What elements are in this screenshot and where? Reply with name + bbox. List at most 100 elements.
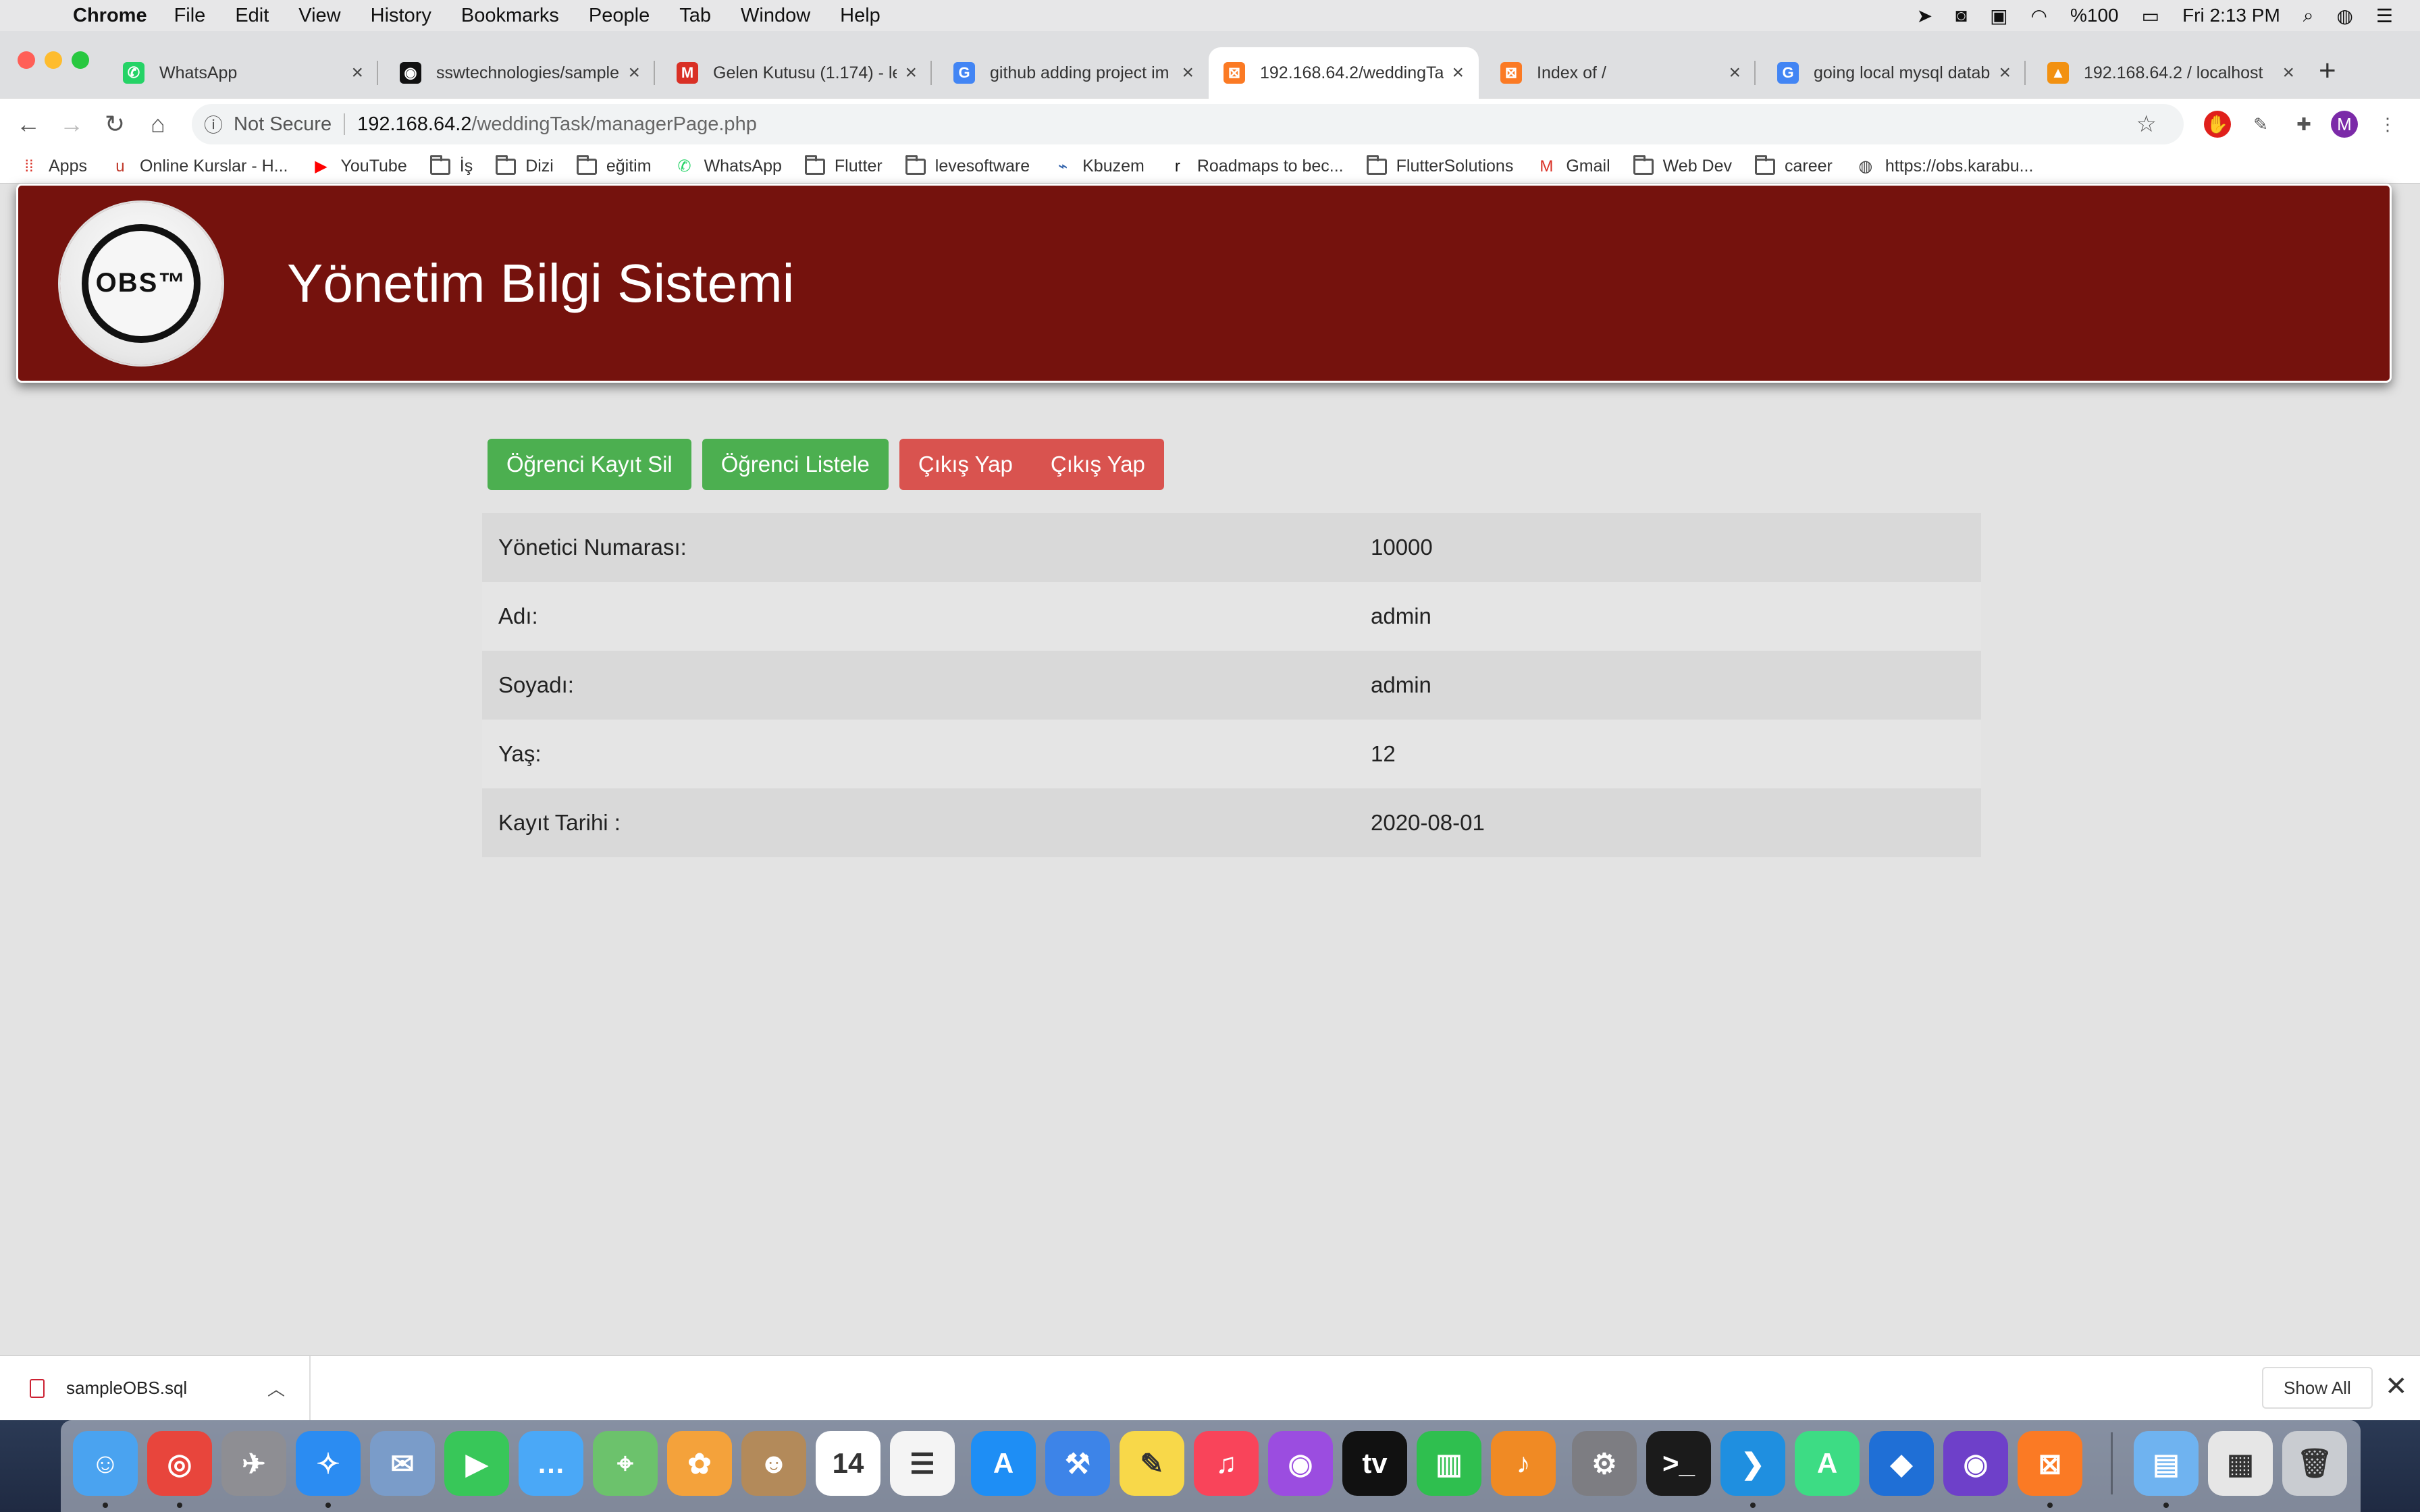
android-studio-icon[interactable]: A (1795, 1431, 1860, 1496)
bookmark-item[interactable]: eğitim (576, 155, 652, 176)
bookmark-item[interactable]: FlutterSolutions (1366, 155, 1513, 176)
tab-close-icon[interactable]: × (2282, 61, 2294, 84)
download-file-name[interactable]: sampleOBS.sql (66, 1378, 187, 1399)
extensions-puzzle-icon[interactable]: ✚ (2290, 111, 2317, 138)
chrome-icon[interactable]: ◎ (147, 1431, 212, 1496)
bookmark-star-icon[interactable]: ☆ (2136, 111, 2157, 138)
bookmark-item[interactable]: Web Dev (1633, 155, 1732, 176)
menu-bookmarks[interactable]: Bookmarks (461, 5, 559, 27)
tab-5[interactable]: ⊠ 192.168.64.2/weddingTa × (1209, 47, 1479, 99)
vscode-icon[interactable]: ❯ (1720, 1431, 1785, 1496)
tab-close-icon[interactable]: × (1999, 61, 2011, 84)
trash-icon[interactable]: 🗑 (2282, 1431, 2347, 1496)
minimize-window-button[interactable] (45, 51, 62, 69)
tab-6[interactable]: ⊠ Index of / × (1485, 47, 1756, 99)
tab-close-icon[interactable]: × (1452, 61, 1464, 84)
menu-edit[interactable]: Edit (235, 5, 269, 27)
bookmark-item[interactable]: ◍ https://obs.karabu... (1856, 157, 2033, 176)
launchpad-icon[interactable]: ✈ (221, 1431, 286, 1496)
screen-icon[interactable]: ▣ (1990, 5, 2007, 27)
address-bar[interactable]: ⓘ Not Secure 192.168.64.2/weddingTask/ma… (192, 104, 2184, 144)
finder-icon[interactable]: ☺ (73, 1431, 138, 1496)
bookmark-item[interactable]: ✆ WhatsApp (675, 157, 782, 176)
url-text[interactable]: 192.168.64.2/weddingTask/managerPage.php (357, 113, 757, 136)
tab-close-icon[interactable]: × (905, 61, 917, 84)
bookmark-item[interactable]: u Online Kurslar - H... (110, 157, 288, 176)
maps-icon[interactable]: ⌖ (593, 1431, 658, 1496)
bookmark-item[interactable]: levesoftware (905, 155, 1030, 176)
battery-icon[interactable]: ▭ (2142, 5, 2159, 27)
tab-close-icon[interactable]: × (1729, 61, 1741, 84)
info-icon[interactable]: ⓘ (204, 111, 223, 138)
menu-file[interactable]: File (174, 5, 206, 27)
photos-icon[interactable]: ✿ (667, 1431, 732, 1496)
chevron-up-icon[interactable]: ︿ (267, 1376, 285, 1401)
xampp-icon[interactable]: ⊠ (2018, 1431, 2082, 1496)
downloads-folder-icon[interactable]: ▤ (2134, 1431, 2199, 1496)
xcode-icon[interactable]: ⚒ (1045, 1431, 1110, 1496)
list-students-button[interactable]: Öğrenci Listele (702, 439, 889, 490)
bookmark-item[interactable]: ⁞⁞ Apps (19, 157, 87, 176)
bookmark-item[interactable]: Flutter (804, 155, 883, 176)
bookmark-item[interactable]: Dizi (496, 155, 554, 176)
zoom-window-button[interactable] (72, 51, 89, 69)
location-icon[interactable]: ➤ (1917, 5, 1932, 27)
menu-help[interactable]: Help (840, 5, 880, 27)
siri-icon[interactable]: ◍ (2336, 5, 2352, 27)
tab-1[interactable]: ✆ WhatsApp × (108, 47, 378, 99)
system-preferences-icon[interactable]: ⚙ (1572, 1431, 1637, 1496)
new-tab-button[interactable]: + (2319, 54, 2336, 88)
reminders-icon[interactable]: ☰ (890, 1431, 955, 1496)
app-status-icon[interactable]: ◙ (1955, 5, 1967, 26)
menu-window[interactable]: Window (741, 5, 810, 27)
tab-close-icon[interactable]: × (351, 61, 363, 84)
facetime-icon[interactable]: ▶ (444, 1431, 509, 1496)
menu-app-name[interactable]: Chrome (73, 5, 147, 27)
back-icon[interactable]: ← (7, 110, 50, 138)
menu-history[interactable]: History (371, 5, 431, 27)
wifi-icon[interactable]: ◠ (2031, 5, 2047, 27)
download-item[interactable]: sampleOBS.sql ︿ (0, 1355, 311, 1421)
numbers-icon[interactable]: ▥ (1417, 1431, 1481, 1496)
tab-close-icon[interactable]: × (628, 61, 640, 84)
tab-8[interactable]: ▲ 192.168.64.2 / localhost × (2032, 47, 2309, 99)
garageband-icon[interactable]: ♪ (1491, 1431, 1556, 1496)
battery-percent[interactable]: %100 (2070, 5, 2119, 26)
tab-4[interactable]: Ggithub adding project im × (939, 47, 1209, 99)
tab-3[interactable]: M Gelen Kutusu (1.174) - le × (662, 47, 932, 99)
sourcetree-icon[interactable]: ◆ (1869, 1431, 1934, 1496)
apple-tv-icon[interactable]: tv (1342, 1431, 1407, 1496)
chrome-menu-icon[interactable]: ⋮ (2374, 111, 2401, 138)
bookmark-item[interactable]: ⌁ Kbuzem (1053, 157, 1145, 176)
tab-close-icon[interactable]: × (1182, 61, 1194, 84)
safari-icon[interactable]: ✧ (296, 1431, 361, 1496)
delete-student-button[interactable]: Öğrenci Kayıt Sil (488, 439, 691, 490)
menu-view[interactable]: View (298, 5, 340, 27)
notes-icon[interactable]: ✎ (1120, 1431, 1184, 1496)
messages-icon[interactable]: … (519, 1431, 583, 1496)
show-all-button[interactable]: Show All (2262, 1367, 2373, 1409)
adblock-extension-icon[interactable]: ✋ (2204, 111, 2231, 138)
profile-avatar[interactable]: M (2331, 111, 2358, 138)
mail-icon[interactable]: ✉ (370, 1431, 435, 1496)
forward-icon[interactable]: → (50, 110, 93, 138)
bookmark-item[interactable]: İş (429, 155, 473, 176)
app-store-icon[interactable]: A (971, 1431, 1036, 1496)
bookmark-item[interactable]: M Gmail (1536, 157, 1610, 176)
terminal-icon[interactable]: >_ (1646, 1431, 1711, 1496)
bookmark-item[interactable]: career (1755, 155, 1833, 176)
logout-button-duplicate[interactable]: Çıkış Yap (1031, 439, 1164, 490)
close-icon[interactable]: ✕ (2385, 1371, 2408, 1402)
tab-2[interactable]: ◉ sswtechnologies/sample × (385, 47, 655, 99)
control-center-icon[interactable]: ☰ (2376, 5, 2393, 27)
close-window-button[interactable] (18, 51, 35, 69)
contacts-icon[interactable]: ☻ (741, 1431, 806, 1496)
bookmark-item[interactable]: ▶ YouTube (311, 157, 406, 176)
calendar-icon[interactable]: 14 (816, 1431, 880, 1496)
spotlight-icon[interactable]: ⌕ (2303, 5, 2314, 27)
podcasts-icon[interactable]: ◉ (1268, 1431, 1333, 1496)
github-desktop-icon[interactable]: ◉ (1943, 1431, 2008, 1496)
logout-button[interactable]: Çıkış Yap (899, 439, 1032, 490)
eyedropper-extension-icon[interactable]: ✎ (2247, 111, 2274, 138)
reload-icon[interactable]: ↻ (93, 110, 136, 138)
